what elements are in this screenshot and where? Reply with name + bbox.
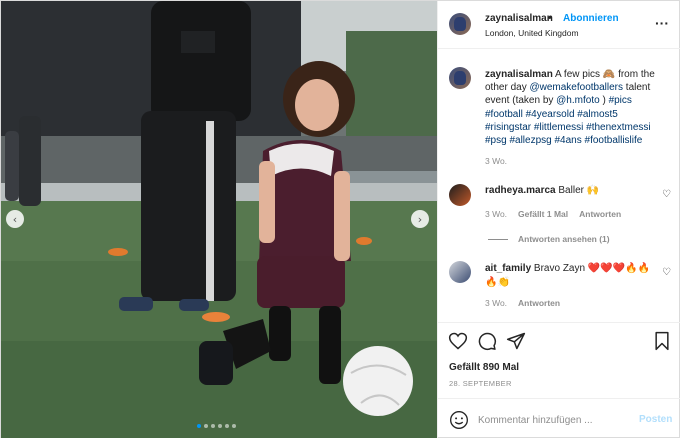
comment-likes[interactable]: Gefällt 1 Mal	[518, 209, 568, 219]
add-comment-bar: Posten	[438, 398, 680, 438]
replies-divider	[488, 238, 508, 240]
post-image	[1, 1, 437, 438]
avatar[interactable]	[449, 13, 471, 35]
post-caption: zaynalisalman A few pics 🙈 from the othe…	[485, 68, 665, 147]
avatar[interactable]	[449, 261, 471, 283]
carousel-dot	[204, 424, 208, 428]
caption-text: )	[599, 95, 606, 107]
post-side-panel: zaynalisalman • Abonnieren London, Unite…	[437, 1, 680, 438]
comment-body: Baller 🙌	[555, 185, 600, 196]
heart-icon[interactable]	[448, 331, 468, 351]
reply-button[interactable]: Antworten	[518, 298, 560, 308]
chevron-left-icon: ‹	[12, 212, 18, 226]
comment-text: ait_family Bravo Zayn ❤️❤️❤️🔥🔥🔥👏	[485, 262, 655, 290]
view-replies-button[interactable]: Antworten ansehen (1)	[488, 234, 610, 244]
comment-meta: 3 Wo. Gefällt 1 Mal Antworten	[485, 209, 621, 219]
carousel-dot	[211, 424, 215, 428]
instagram-post-modal: ‹ › zaynalisalman • Abonnieren London, U…	[0, 0, 680, 438]
monkey-emoji: 🙈	[602, 69, 616, 80]
comment-age[interactable]: 3 Wo.	[485, 298, 507, 308]
action-bar	[438, 322, 680, 358]
carousel-next-button[interactable]: ›	[411, 210, 429, 228]
post-date[interactable]: 28. SEPTEMBER	[449, 379, 512, 388]
caption-text: A few pics	[552, 69, 603, 80]
avatar[interactable]	[449, 184, 471, 206]
comment-text: radheya.marca Baller 🙌	[485, 185, 655, 196]
avatar[interactable]	[449, 67, 471, 89]
comment-username[interactable]: radheya.marca	[485, 185, 556, 196]
mention-link[interactable]: @h.mfoto	[556, 95, 600, 106]
like-count[interactable]: Gefällt 890 Mal	[449, 362, 519, 373]
carousel-dot	[197, 424, 201, 428]
post-photo[interactable]: ‹ ›	[1, 1, 437, 438]
caption-username[interactable]: zaynalisalman	[485, 69, 553, 80]
heart-icon[interactable]: ♡	[662, 189, 671, 200]
comment-icon[interactable]	[477, 331, 497, 351]
reply-button[interactable]: Antworten	[579, 209, 621, 219]
header-username[interactable]: zaynalisalman	[485, 13, 553, 24]
carousel-indicator	[197, 424, 236, 428]
mention-link[interactable]: @wemakefootballers	[529, 82, 623, 93]
post-header: zaynalisalman • Abonnieren London, Unite…	[438, 1, 680, 49]
post-button[interactable]: Posten	[639, 414, 672, 425]
carousel-dot	[232, 424, 236, 428]
carousel-dot	[218, 424, 222, 428]
location-link[interactable]: London, United Kingdom	[485, 28, 579, 38]
separator-dot: •	[548, 13, 552, 24]
ellipsis-icon[interactable]: ···	[655, 15, 669, 31]
carousel-prev-button[interactable]: ‹	[6, 210, 24, 228]
heart-icon[interactable]: ♡	[662, 267, 671, 278]
comment-username[interactable]: ait_family	[485, 263, 531, 274]
comment-age[interactable]: 3 Wo.	[485, 209, 507, 219]
smiley-icon[interactable]	[449, 410, 469, 430]
comment-meta: 3 Wo. Antworten	[485, 298, 560, 308]
paper-plane-icon[interactable]	[506, 331, 526, 351]
view-replies-label: Antworten ansehen (1)	[518, 234, 610, 244]
comment-input[interactable]	[478, 413, 628, 427]
comments-section: zaynalisalman A few pics 🙈 from the othe…	[438, 50, 680, 320]
follow-button[interactable]: Abonnieren	[563, 13, 619, 24]
chevron-right-icon: ›	[417, 212, 423, 226]
bookmark-icon[interactable]	[652, 331, 672, 351]
carousel-dot	[225, 424, 229, 428]
caption-age[interactable]: 3 Wo.	[485, 156, 507, 166]
